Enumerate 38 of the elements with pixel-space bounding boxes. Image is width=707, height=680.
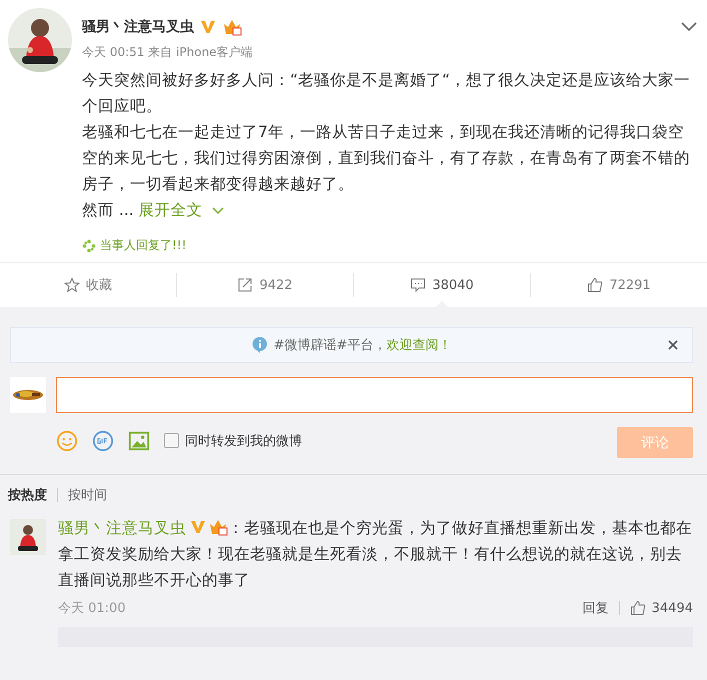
notice-link[interactable]: 欢迎查阅！ (386, 338, 452, 353)
image-icon[interactable] (128, 430, 150, 452)
expand-link[interactable]: 展开全文 (138, 201, 203, 219)
share-icon (237, 277, 254, 293)
like-action[interactable]: 72291 (531, 263, 707, 307)
repost-action[interactable]: 9422 (177, 263, 353, 307)
sort-tab[interactable]: 按热度 (8, 486, 47, 504)
reply-notice[interactable]: 当事人回复了!!! (100, 237, 186, 254)
reply-button[interactable]: 回复 (582, 599, 609, 617)
post-text: 今天突然间被好多好多人问：“老骚你是不是离婚了“，想了很久决定还是应该给大家一个回应吧。 (82, 70, 692, 117)
notice-text: #微博辟谣#平台，欢迎查阅！ (274, 337, 452, 354)
chevron-down-icon (212, 207, 224, 215)
sort-tab[interactable]: 按时间 (68, 486, 107, 504)
chevron-down-icon[interactable] (681, 22, 697, 32)
like-button[interactable]: 34494 (630, 600, 693, 616)
comment-text: 骚男丶注意马叉虫 ：老骚现在也是个穷光蛋，为了做好直播想重新出发，基本也都在拿工资发奖励给大家！现在老骚就是生死看淡，不服就干！有什么想说的就在这说，别去直播间说那些不开心的事了 (58, 517, 693, 591)
post-text: 老骚和七七在一起走过了7年，一路从苦日子走过来，到现在我还清晰的记得我口袋空空的来见七七，我们过得穷困潦倒，直到我们奋斗，有了存款，在青岛有了两套不错的房子，一切看起来都变得越来越好了。 (82, 122, 691, 195)
gif-icon[interactable] (92, 430, 114, 452)
post-source: 来自 iPhone客户端 (148, 45, 253, 59)
comment-time: 今天 01:00 (58, 600, 126, 617)
comment-input[interactable] (56, 377, 693, 413)
star-icon (64, 277, 80, 293)
favorite-action[interactable]: 收藏 (0, 263, 176, 307)
thumbs-up-icon (630, 600, 646, 616)
repost-checkbox[interactable]: 同时转发到我的微博 (164, 432, 302, 450)
smiley-icon[interactable] (56, 430, 78, 452)
comment-icon (410, 277, 426, 293)
thumbs-up-icon (587, 277, 604, 293)
post-teaser: 然而 ... (82, 201, 134, 219)
info-icon (252, 336, 268, 354)
crown-icon (208, 518, 228, 536)
close-icon[interactable] (668, 340, 678, 350)
comment-action[interactable]: 38040 (354, 263, 530, 307)
crown-icon (222, 18, 242, 36)
flower-icon (82, 238, 96, 252)
author-name[interactable]: 骚男丶注意马叉虫 (82, 18, 194, 36)
comment-author[interactable]: 骚男丶注意马叉虫 (58, 519, 186, 537)
post-time: 今天 00:51 (82, 45, 144, 59)
